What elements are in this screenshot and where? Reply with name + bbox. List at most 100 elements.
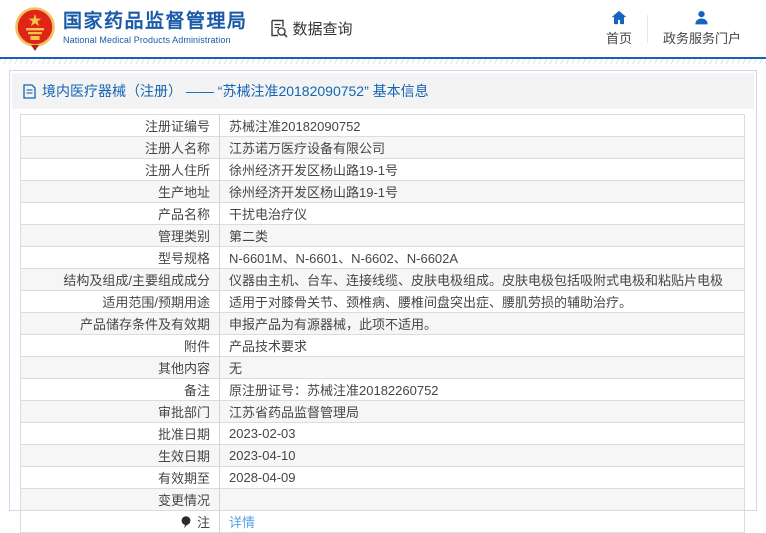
- row-label: 批准日期: [20, 422, 220, 445]
- row-value: 江苏省药品监督管理局: [219, 400, 745, 423]
- table-row: 产品名称 干扰电治疗仪: [20, 202, 745, 225]
- document-icon: [23, 83, 36, 99]
- row-label-text: 生效日期: [157, 449, 210, 464]
- row-value-text: 2023-02-03: [229, 426, 296, 441]
- table-row: 注册人住所 徐州经济开发区杨山路19-1号: [20, 158, 745, 181]
- row-value: 适用于对膝骨关节、颈椎病、腰椎间盘突出症、腰肌劳损的辅助治疗。: [219, 290, 745, 313]
- data-query-nav[interactable]: 数据查询: [268, 18, 353, 39]
- page-title: 境内医疗器械（注册） —— “苏械注准20182090752” 基本信息: [42, 83, 429, 99]
- row-value: 第二类: [219, 224, 745, 247]
- row-value: 无: [219, 356, 745, 379]
- row-value-text: 原注册证号：苏械注准20182260752: [229, 383, 439, 398]
- table-row: 注册人名称 江苏诺万医疗设备有限公司: [20, 136, 745, 159]
- row-value-text: 徐州经济开发区杨山路19-1号: [229, 185, 399, 200]
- table-row: 批准日期 2023-02-03: [20, 422, 745, 445]
- row-label-text: 产品名称: [157, 207, 210, 222]
- row-label: 生产地址: [20, 180, 220, 203]
- page-title-bar: 境内医疗器械（注册） —— “苏械注准20182090752” 基本信息: [12, 73, 754, 109]
- table-row: 备注 原注册证号：苏械注准20182260752: [20, 378, 745, 401]
- row-value-text: 第二类: [229, 229, 269, 244]
- site-title: 国家药品监督管理局: [63, 11, 248, 33]
- row-label: 管理类别: [20, 224, 220, 247]
- row-label-text: 型号规格: [157, 251, 210, 266]
- row-value: 徐州经济开发区杨山路19-1号: [219, 158, 745, 181]
- home-icon: [611, 10, 627, 25]
- table-row: 附件 产品技术要求: [20, 334, 745, 357]
- row-value-text: 适用于对膝骨关节、颈椎病、腰椎间盘突出症、腰肌劳损的辅助治疗。: [229, 295, 633, 310]
- row-value: 徐州经济开发区杨山路19-1号: [219, 180, 745, 203]
- row-value: 详情: [219, 510, 745, 533]
- nav-portal-label: 政务服务门户: [662, 31, 741, 46]
- document-search-icon: [270, 19, 288, 38]
- row-label: 结构及组成/主要组成成分: [20, 268, 220, 291]
- row-label-text: 审批部门: [157, 405, 210, 420]
- row-label-text: 变更情况: [157, 493, 210, 508]
- row-label: 产品名称: [20, 202, 220, 225]
- row-value-text: 申报产品为有源器械，此项不适用。: [229, 317, 438, 332]
- row-label-text: 其他内容: [157, 361, 210, 376]
- row-value: 产品技术要求: [219, 334, 745, 357]
- row-label-text: 结构及组成/主要组成成分: [63, 273, 210, 288]
- row-value: 2023-02-03: [219, 422, 745, 445]
- table-row: 其他内容 无: [20, 356, 745, 379]
- row-value: 苏械注准20182090752: [220, 115, 745, 137]
- row-label: 变更情况: [20, 488, 220, 511]
- table-row: 产品储存条件及有效期 申报产品为有源器械，此项不适用。: [20, 312, 745, 335]
- hatch-strip: [0, 59, 766, 64]
- row-value-text: 无: [229, 361, 243, 376]
- table-row: 型号规格 N-6601M、N-6601、N-6602、N-6602A: [20, 246, 745, 269]
- row-label-text: 注册人名称: [144, 141, 210, 156]
- row-label-text: 适用范围/预期用途: [102, 295, 210, 310]
- site-logo[interactable]: 国家药品监督管理局 National Medical Products Admi…: [14, 6, 248, 51]
- row-label-text: 附件: [183, 339, 210, 354]
- person-icon: [695, 10, 709, 25]
- row-value-text: 苏械注准20182090752: [229, 119, 361, 134]
- row-label: 注册人住所: [20, 158, 220, 181]
- row-label: 审批部门: [20, 400, 220, 423]
- row-value-text: 2028-04-09: [229, 470, 296, 485]
- national-emblem-icon: [15, 6, 55, 51]
- row-value: 2023-04-10: [219, 444, 745, 467]
- site-header: 国家药品监督管理局 National Medical Products Admi…: [0, 0, 766, 57]
- row-value-text: 产品技术要求: [229, 339, 308, 354]
- row-label-text: 注册证编号: [144, 119, 210, 134]
- detail-link[interactable]: 详情: [229, 515, 255, 530]
- row-value: 2028-04-09: [219, 466, 745, 489]
- row-label-text: 有效期至: [157, 471, 210, 486]
- row-label: 适用范围/预期用途: [20, 290, 220, 313]
- row-label: 产品储存条件及有效期: [20, 312, 220, 335]
- row-label: 备注: [20, 378, 220, 401]
- data-query-label: 数据查询: [292, 21, 353, 38]
- top-nav: 首页 政务服务门户: [591, 10, 756, 47]
- table-row: 注册证编号 苏械注准20182090752: [20, 114, 745, 137]
- row-value-text: N-6601M、N-6601、N-6602、N-6602A: [229, 251, 459, 266]
- nav-portal[interactable]: 政务服务门户: [648, 10, 756, 47]
- row-value: 江苏诺万医疗设备有限公司: [219, 136, 745, 159]
- row-value: 申报产品为有源器械，此项不适用。: [219, 312, 745, 335]
- row-label: 附件: [20, 334, 220, 357]
- table-row: 结构及组成/主要组成成分 仪器由主机、台车、连接线缆、皮肤电极组成。皮肤电极包括…: [20, 268, 745, 291]
- table-row: 管理类别 第二类: [20, 224, 745, 247]
- table-row: 适用范围/预期用途 适用于对膝骨关节、颈椎病、腰椎间盘突出症、腰肌劳损的辅助治疗…: [20, 290, 745, 313]
- row-label-text: 注册人住所: [144, 163, 210, 178]
- table-row: 生效日期 2023-04-10: [20, 444, 745, 467]
- row-value-text: 江苏诺万医疗设备有限公司: [229, 141, 386, 156]
- row-label-text: 生产地址: [157, 185, 210, 200]
- table-row: 注 详情: [20, 510, 745, 533]
- row-value: [219, 488, 745, 511]
- row-label-text: 管理类别: [157, 229, 210, 244]
- table-row: 审批部门 江苏省药品监督管理局: [20, 400, 745, 423]
- row-value-text: 干扰电治疗仪: [229, 207, 308, 222]
- nav-home[interactable]: 首页: [591, 10, 647, 47]
- row-label-text: 注: [196, 515, 210, 530]
- row-value: 原注册证号：苏械注准20182260752: [219, 378, 745, 401]
- row-label: 其他内容: [20, 356, 220, 379]
- row-label-text: 批准日期: [157, 427, 210, 442]
- row-value: 干扰电治疗仪: [219, 202, 745, 225]
- row-value: 仪器由主机、台车、连接线缆、皮肤电极组成。皮肤电极包括吸附式电极和粘贴片电极: [219, 268, 745, 291]
- nav-home-label: 首页: [605, 31, 632, 46]
- row-label-text: 备注: [183, 383, 210, 398]
- table-row: 变更情况: [20, 488, 745, 511]
- row-label: 注册证编号: [20, 114, 220, 137]
- row-value-text: 徐州经济开发区杨山路19-1号: [229, 163, 399, 178]
